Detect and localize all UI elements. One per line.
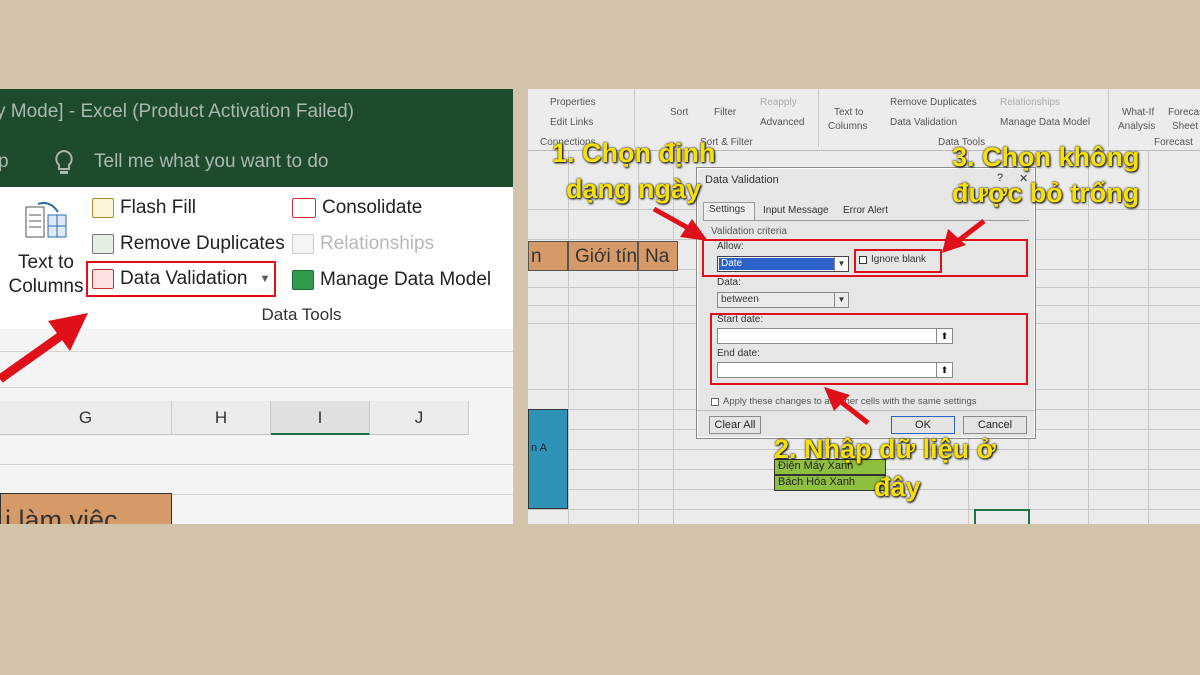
red-arrow-icon	[0, 313, 88, 383]
step2-annotation-line1: 2. Nhập dữ liệu ở	[774, 434, 996, 464]
tell-me-prefix: p	[0, 151, 9, 172]
left-screenshot-panel: y Mode] - Excel (Product Activation Fail…	[0, 89, 513, 524]
step3-annotation-line1: 3. Chọn không	[952, 142, 1140, 172]
relationships-icon	[292, 234, 314, 254]
flash-fill-button[interactable]: Flash Fill	[92, 197, 196, 219]
orange-cell[interactable]: i làm việc	[0, 493, 172, 524]
manage-data-model-button[interactable]: Manage Data Model	[292, 269, 491, 291]
red-arrow-icon	[652, 206, 708, 241]
step1-annotation-line1: 1. Chọn định	[552, 138, 716, 168]
dropdown-arrow-icon: ▼	[259, 273, 271, 285]
window-title: y Mode] - Excel (Product Activation Fail…	[0, 101, 354, 122]
consolidate-button[interactable]: Consolidate	[292, 197, 422, 219]
remove-duplicates-icon	[92, 234, 114, 254]
text-to-columns-button[interactable]: Text to Columns	[6, 193, 86, 303]
text-to-label: Text to	[18, 252, 74, 273]
data-validation-button[interactable]: Data Validation ▼	[86, 261, 276, 297]
consolidate-icon	[292, 198, 316, 218]
column-header-g[interactable]: G	[0, 401, 172, 435]
column-header-j[interactable]: J	[370, 401, 469, 435]
data-validation-icon	[92, 269, 114, 289]
flash-fill-label: Flash Fill	[120, 197, 197, 218]
remove-duplicates-button[interactable]: Remove Duplicates	[92, 233, 285, 255]
text-to-columns-icon	[25, 202, 67, 238]
column-header-h[interactable]: H	[172, 401, 271, 435]
excel-title-bar: y Mode] - Excel (Product Activation Fail…	[0, 89, 513, 187]
columns-label: Columns	[8, 276, 84, 297]
relationships-label: Relationships	[320, 233, 435, 254]
manage-data-model-label: Manage Data Model	[320, 269, 492, 290]
red-arrow-icon	[942, 219, 986, 253]
step3-annotation-line2: được bỏ trống	[952, 178, 1140, 208]
column-header-i[interactable]: I	[271, 401, 370, 435]
data-validation-label: Data Validation	[120, 268, 248, 289]
tell-me-search[interactable]: Tell me what you want to do	[94, 151, 328, 173]
consolidate-label: Consolidate	[322, 197, 423, 218]
relationships-button[interactable]: Relationships	[292, 233, 434, 255]
step2-annotation-line2: đây	[874, 472, 921, 502]
data-model-icon	[292, 270, 314, 290]
remove-duplicates-label: Remove Duplicates	[120, 233, 285, 254]
lightbulb-icon	[55, 149, 73, 174]
red-arrow-icon	[824, 387, 870, 425]
step1-annotation-line2: dạng ngày	[566, 174, 702, 204]
flash-fill-icon	[92, 198, 114, 218]
